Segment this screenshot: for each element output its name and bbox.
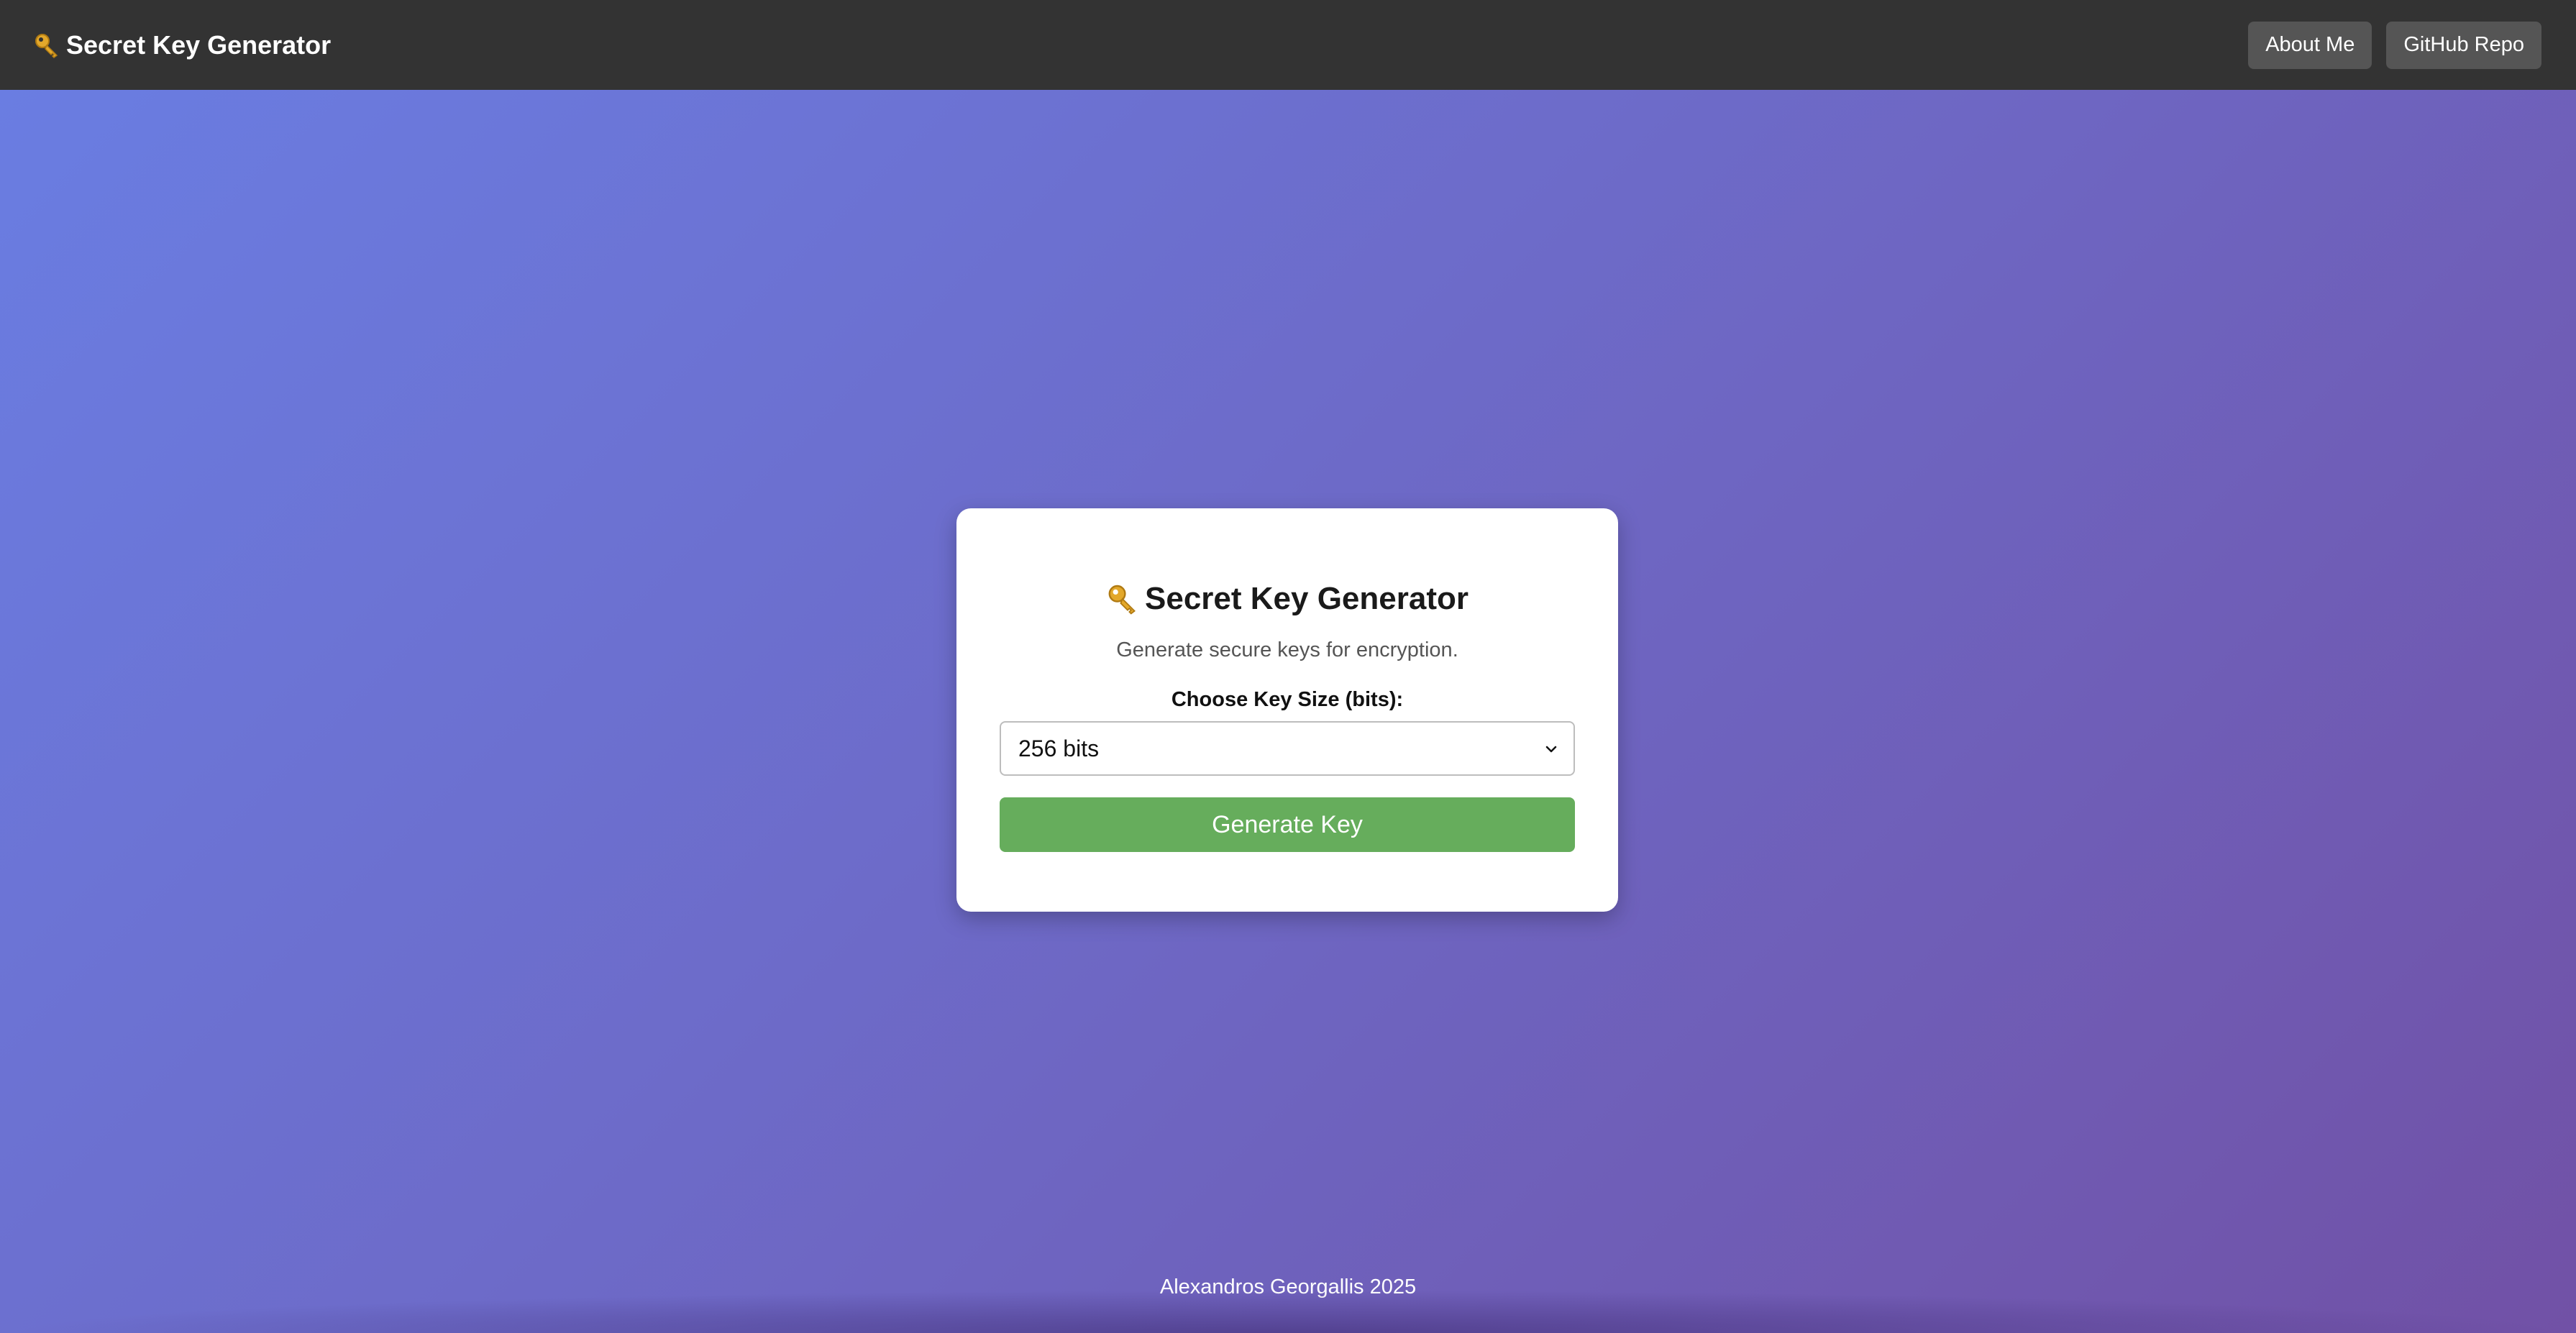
about-me-button[interactable]: About Me xyxy=(2248,21,2372,69)
key-size-select[interactable]: 256 bits xyxy=(1000,721,1575,776)
card-title: Secret Key Generator xyxy=(1145,581,1469,616)
github-repo-button[interactable]: GitHub Repo xyxy=(2386,21,2541,69)
key-size-select-wrapper: 256 bits xyxy=(1000,721,1575,776)
generator-card: Secret Key Generator Generate secure key… xyxy=(956,508,1618,912)
top-navbar: Secret Key Generator About Me GitHub Rep… xyxy=(0,0,2576,90)
brand[interactable]: Secret Key Generator xyxy=(33,30,331,60)
key-size-label: Choose Key Size (bits): xyxy=(1171,688,1404,711)
generate-key-button[interactable]: Generate Key xyxy=(1000,797,1575,852)
key-icon xyxy=(35,33,58,58)
card-subtitle: Generate secure keys for encryption. xyxy=(1116,638,1458,661)
chevron-down-icon xyxy=(1545,746,1557,753)
key-size-selected-value: 256 bits xyxy=(1018,735,1100,761)
key-icon xyxy=(1108,585,1136,615)
card-heading: Secret Key Generator xyxy=(1000,577,1575,620)
brand-title: Secret Key Generator xyxy=(66,29,332,60)
nav-links: About Me GitHub Repo xyxy=(2248,21,2541,69)
bottom-shadow xyxy=(0,1290,2576,1333)
